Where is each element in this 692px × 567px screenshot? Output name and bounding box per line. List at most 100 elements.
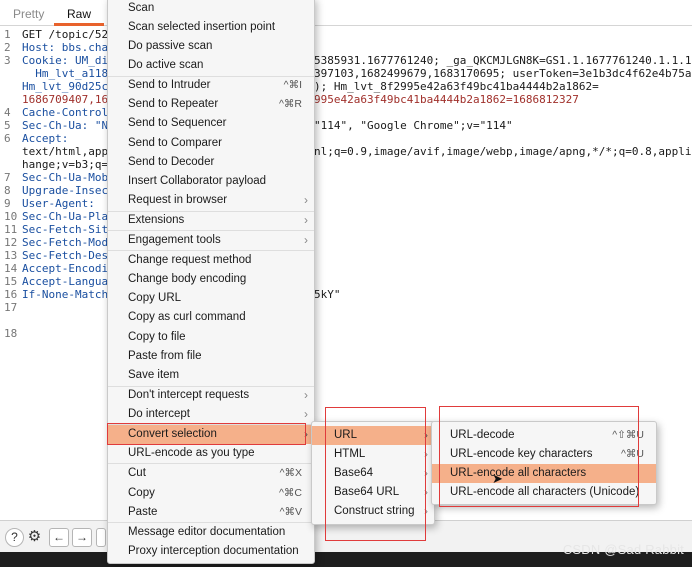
code-line[interactable]: Sec-Fetch-Sit bbox=[22, 223, 108, 236]
code-line[interactable]: 1686709407,16 bbox=[22, 93, 108, 106]
menu-item-label: Proxy interception documentation bbox=[128, 545, 299, 557]
menu-item-send-to-repeater[interactable]: Send to Repeater ^⌘R bbox=[108, 95, 314, 114]
annotation-box-convert-selection bbox=[107, 423, 306, 445]
menu-item-extensions[interactable]: Extensions › bbox=[108, 211, 314, 230]
menu-item-send-to-sequencer[interactable]: Send to Sequencer bbox=[108, 114, 314, 133]
shortcut-label: ^⌘X bbox=[279, 467, 302, 479]
tab-pretty[interactable]: Pretty bbox=[13, 7, 44, 21]
line-number: 5 bbox=[4, 119, 11, 132]
menu-item-label: Paste bbox=[128, 506, 158, 518]
menu-item-paste[interactable]: Paste ^⌘V bbox=[108, 503, 314, 522]
menu-item-send-to-decoder[interactable]: Send to Decoder bbox=[108, 153, 314, 172]
line-number: 1 bbox=[4, 28, 11, 41]
line-number: 16 bbox=[4, 288, 18, 301]
chevron-right-icon: › bbox=[304, 213, 308, 227]
code-line[interactable]: Sec-Ch-Ua-Mob bbox=[22, 171, 108, 184]
shortcut-label: ^⌘V bbox=[279, 506, 302, 518]
help-icon[interactable]: ? bbox=[5, 528, 24, 547]
menu-item-paste-from-file[interactable]: Paste from file bbox=[108, 347, 314, 366]
menu-item-label: Send to Decoder bbox=[128, 156, 215, 168]
menu-item-engagement-tools[interactable]: Engagement tools › bbox=[108, 231, 314, 250]
menu-item-label: Do passive scan bbox=[128, 40, 213, 52]
code-line[interactable]: ); Hm_lvt_8f2995e42a63f49bc41ba4444b2a18… bbox=[314, 80, 599, 93]
code-line[interactable]: "114", "Google Chrome";v="114" bbox=[314, 119, 513, 132]
menu-item-label: Send to Repeater bbox=[128, 98, 219, 110]
line-number: 6 bbox=[4, 132, 11, 145]
code-line[interactable]: nl;q=0.9,image/avif,image/webp,image/apn… bbox=[314, 145, 692, 158]
editor-tabs: Pretty Raw bbox=[0, 0, 692, 26]
line-number: 10 bbox=[4, 210, 18, 223]
menu-item-label: Copy as curl command bbox=[128, 311, 246, 323]
annotation-box-encode-options bbox=[439, 406, 639, 507]
menu-item-insert-collaborator[interactable]: Insert Collaborator payload bbox=[108, 172, 314, 191]
code-line[interactable]: Cache-Control bbox=[22, 106, 108, 119]
chevron-right-icon: › bbox=[304, 193, 308, 207]
menu-item-change-request-method[interactable]: Change request method bbox=[108, 251, 314, 270]
menu-item-label: Scan bbox=[128, 2, 155, 14]
menu-item-label: Send to Intruder bbox=[128, 79, 211, 91]
code-line[interactable]: Hm_lvt_a1181 bbox=[22, 67, 114, 80]
code-line[interactable]: User-Agent: bbox=[22, 197, 101, 210]
menu-item-copy-as-curl[interactable]: Copy as curl command bbox=[108, 308, 314, 327]
shortcut-label: ^⌘C bbox=[278, 487, 302, 499]
menu-item-message-editor-docs[interactable]: Message editor documentation bbox=[108, 523, 314, 542]
menu-item-copy-url[interactable]: Copy URL bbox=[108, 289, 314, 308]
menu-item-request-in-browser[interactable]: Request in browser › bbox=[108, 191, 314, 210]
shortcut-label: ^⌘R bbox=[278, 98, 302, 110]
line-number: 17 bbox=[4, 301, 18, 314]
line-number: 12 bbox=[4, 236, 18, 249]
code-line[interactable]: Host: bbs.cha bbox=[22, 41, 108, 54]
menu-item-scan[interactable]: Scan bbox=[108, 0, 314, 18]
arrow-left-icon[interactable]: ← bbox=[49, 528, 69, 547]
code-line[interactable]: 5385931.1677761240; _ga_QKCMJLGN8K=GS1.1… bbox=[314, 54, 692, 67]
code-line[interactable]: GET /topic/52 bbox=[22, 28, 108, 41]
menu-item-change-body-encoding[interactable]: Change body encoding bbox=[108, 270, 314, 289]
menu-item-active-scan[interactable]: Do active scan bbox=[108, 56, 314, 75]
code-line[interactable]: Sec-Ch-Ua: "N bbox=[22, 119, 108, 132]
code-line[interactable]: 397103,1682499679,1683170695; userToken=… bbox=[314, 67, 692, 80]
annotation-box-url-submenu bbox=[325, 407, 426, 541]
code-line[interactable]: Sec-Fetch-Mod bbox=[22, 236, 108, 249]
menu-item-copy-to-file[interactable]: Copy to file bbox=[108, 328, 314, 347]
menu-item-save-item[interactable]: Save item bbox=[108, 366, 314, 385]
search-field[interactable] bbox=[96, 528, 106, 547]
menu-item-proxy-interception-docs[interactable]: Proxy interception documentation bbox=[108, 542, 314, 561]
menu-item-copy[interactable]: Copy ^⌘C bbox=[108, 484, 314, 503]
code-line[interactable]: Accept-Langua bbox=[22, 275, 108, 288]
menu-item-send-to-comparer[interactable]: Send to Comparer bbox=[108, 134, 314, 153]
code-line[interactable]: text/html,app bbox=[22, 145, 108, 158]
settings-icon[interactable]: ⚙ bbox=[25, 528, 44, 547]
code-line[interactable]: If-None-Match bbox=[22, 288, 108, 301]
menu-item-cut[interactable]: Cut ^⌘X bbox=[108, 464, 314, 483]
menu-item-label: Do intercept bbox=[128, 408, 191, 420]
menu-item-label: Change body encoding bbox=[128, 273, 247, 285]
menu-item-label: Send to Comparer bbox=[128, 137, 222, 149]
arrow-right-icon[interactable]: → bbox=[72, 528, 92, 547]
menu-item-label: Request in browser bbox=[128, 194, 228, 206]
code-line[interactable]: Cookie: UM_di bbox=[22, 54, 108, 67]
menu-item-url-encode-as-you-type[interactable]: URL-encode as you type bbox=[108, 444, 314, 463]
code-line[interactable]: Upgrade-Insec bbox=[22, 184, 108, 197]
menu-item-label: Extensions bbox=[128, 214, 185, 226]
menu-item-label: Save item bbox=[128, 369, 180, 381]
chevron-right-icon: › bbox=[304, 233, 308, 247]
code-line[interactable]: Sec-Fetch-Des bbox=[22, 249, 108, 262]
context-menu: Scan Scan selected insertion point Do pa… bbox=[107, 0, 315, 564]
menu-item-passive-scan[interactable]: Do passive scan bbox=[108, 37, 314, 56]
menu-item-label: Copy to file bbox=[128, 331, 186, 343]
code-line[interactable]: hange;v=b3;q= bbox=[22, 158, 108, 171]
tab-raw[interactable]: Raw bbox=[67, 7, 91, 21]
menu-item-dont-intercept[interactable]: Don't intercept requests › bbox=[108, 386, 314, 405]
menu-item-do-intercept[interactable]: Do intercept › bbox=[108, 405, 314, 424]
line-number: 3 bbox=[4, 54, 11, 67]
code-line[interactable]: 5kY" bbox=[314, 288, 341, 301]
code-line[interactable]: 995e42a63f49bc41ba4444b2a1862=1686812327 bbox=[314, 93, 579, 106]
menu-item-label: Scan selected insertion point bbox=[128, 21, 276, 33]
code-line[interactable]: Sec-Ch-Ua-Pla bbox=[22, 210, 108, 223]
menu-item-send-to-intruder[interactable]: Send to Intruder ^⌘I bbox=[108, 76, 314, 95]
code-line[interactable]: Accept-Encodi bbox=[22, 262, 108, 275]
code-line[interactable]: Accept: bbox=[22, 132, 68, 145]
code-line[interactable]: Hm_lvt_90d25c bbox=[22, 80, 108, 93]
menu-item-label: Message editor documentation bbox=[128, 526, 286, 538]
menu-item-scan-insertion-point[interactable]: Scan selected insertion point bbox=[108, 18, 314, 37]
